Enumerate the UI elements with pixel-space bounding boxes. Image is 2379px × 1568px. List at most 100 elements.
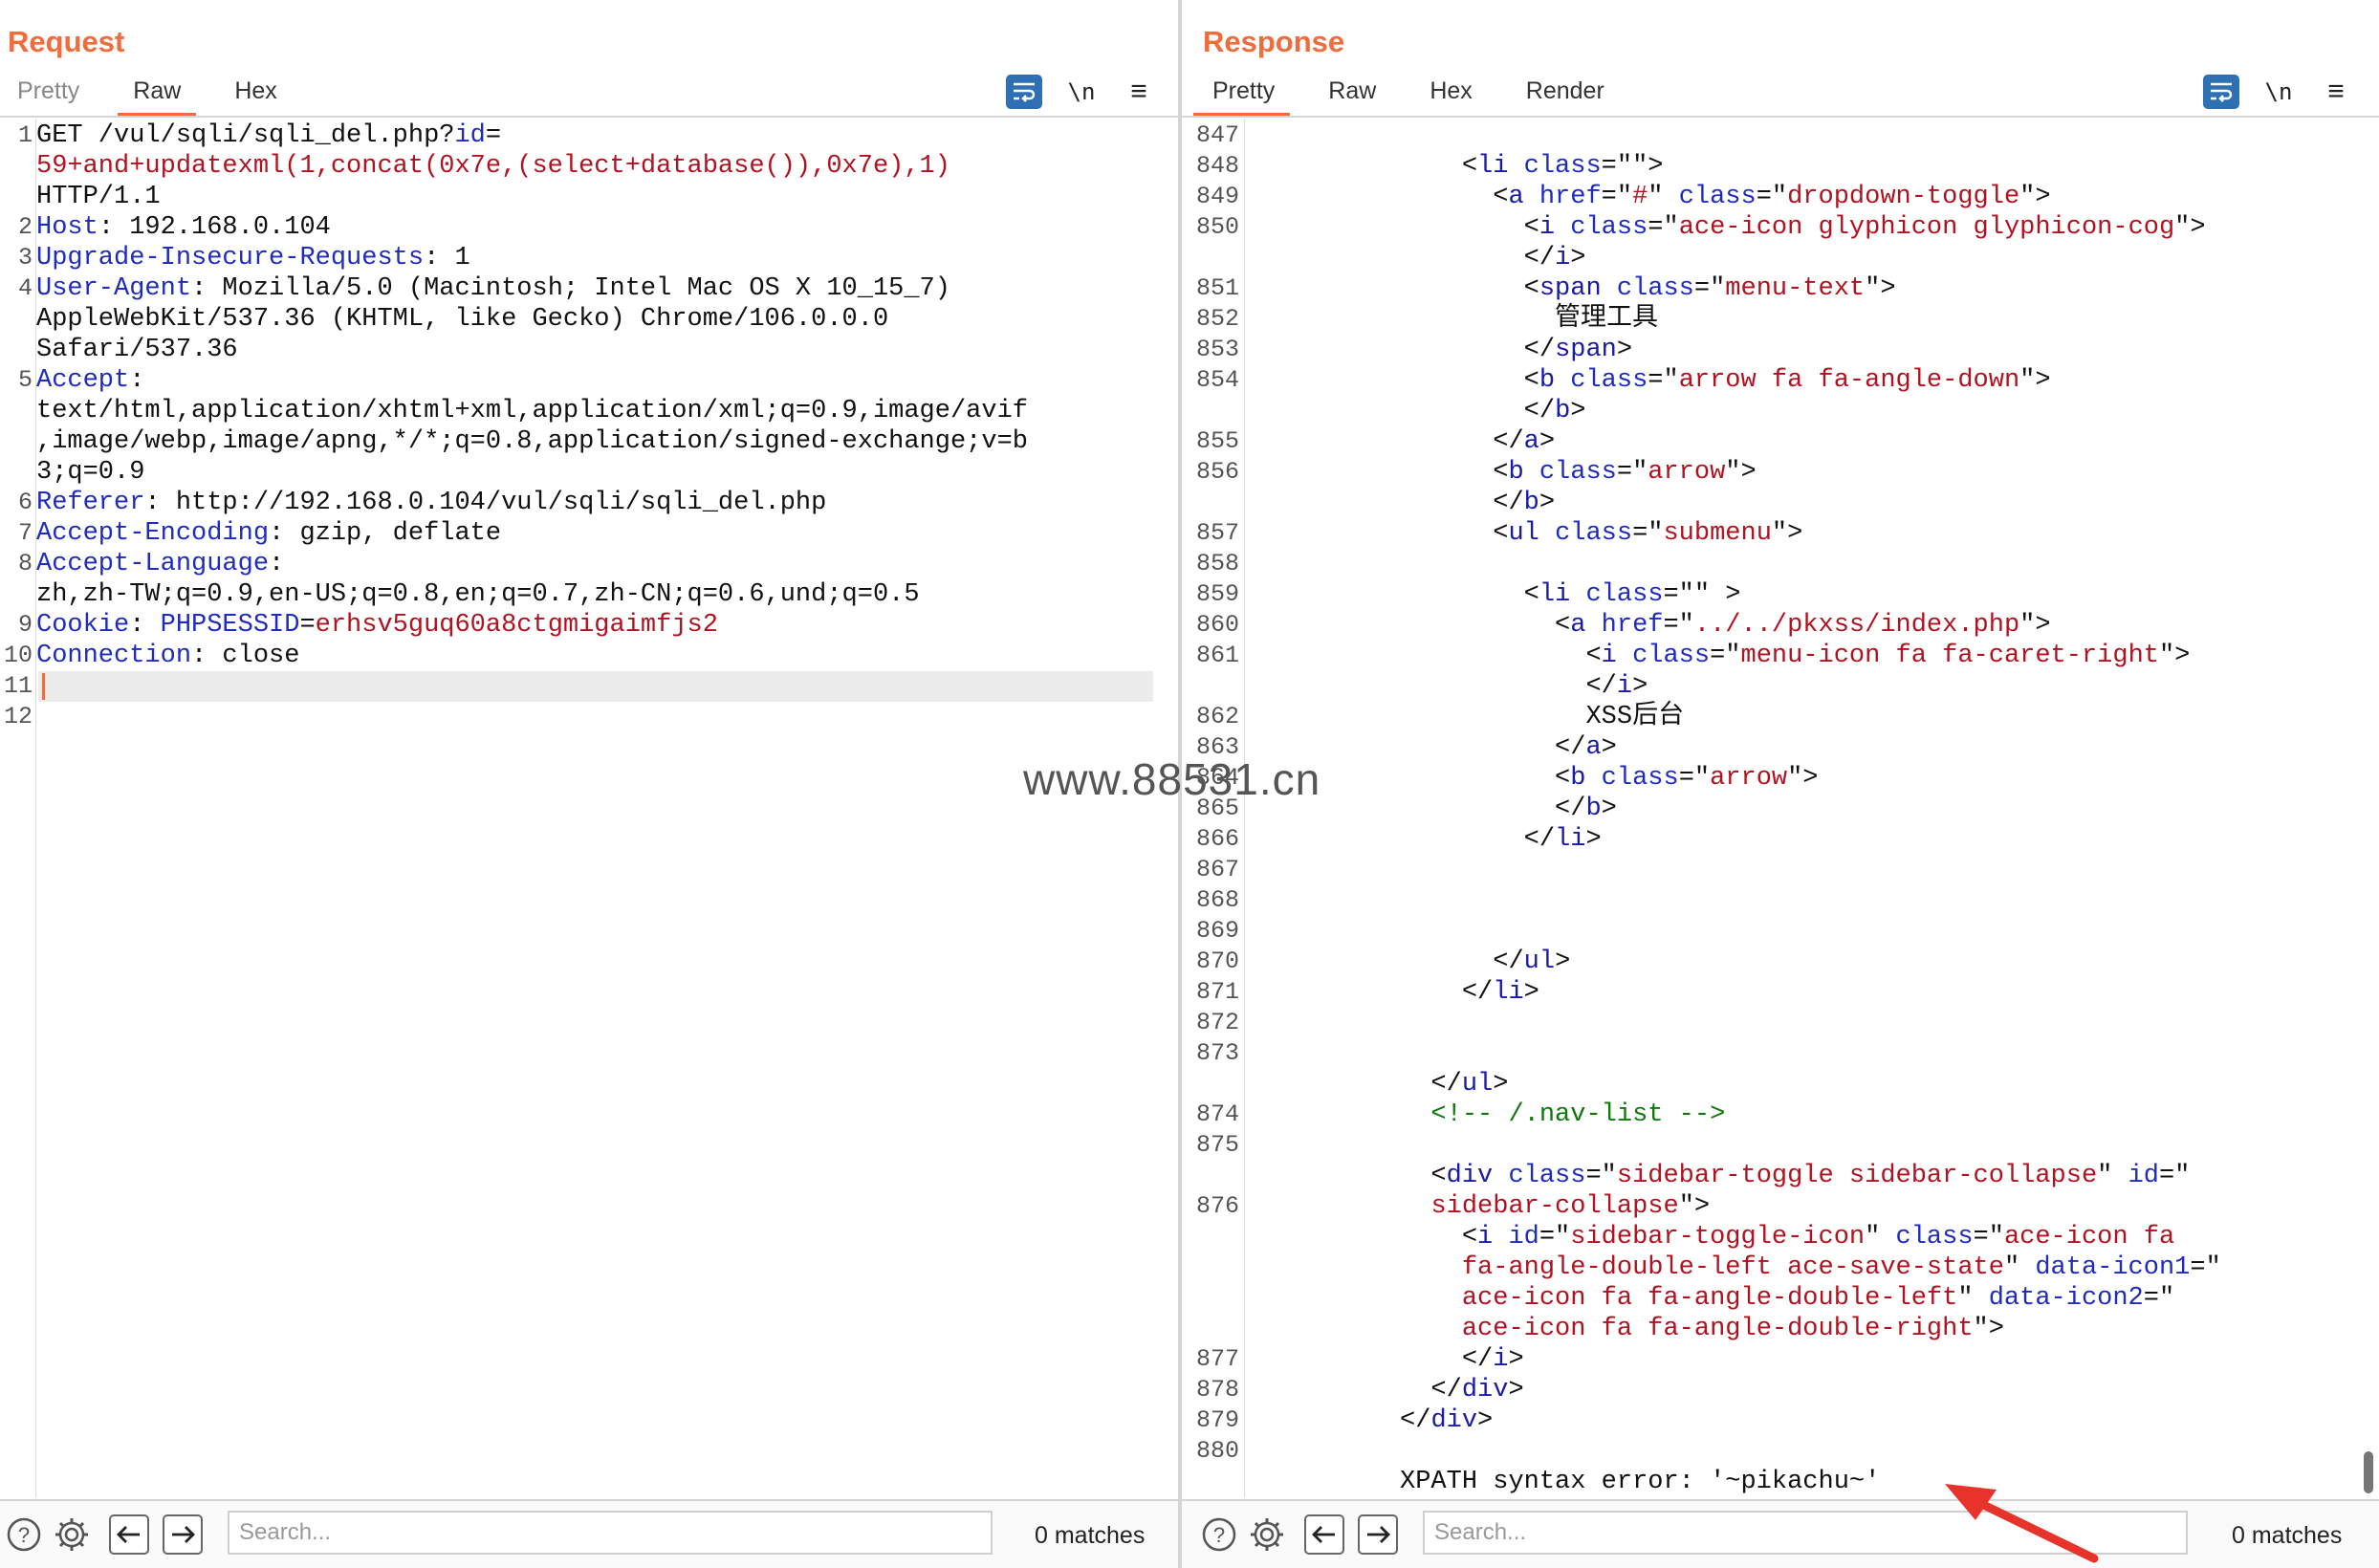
code-token: </ — [1245, 1406, 1431, 1435]
code-line: Host: 192.168.0.104 — [36, 212, 1178, 243]
code-token: < — [1245, 366, 1539, 395]
code-line-text: Accept-Encoding: gzip, deflate — [36, 518, 501, 549]
scrollbar[interactable] — [2364, 1451, 2373, 1493]
code-token: </ — [1245, 336, 1556, 364]
watermark: www.88531.cn — [1023, 754, 1321, 804]
code-token: id — [454, 121, 486, 150]
line-number: 862 — [1195, 703, 1239, 730]
code-token: b — [1555, 397, 1571, 425]
line-number: 12 — [3, 703, 33, 730]
show-newlines-toggle[interactable]: \n — [1063, 78, 1100, 105]
code-token: =" — [1710, 642, 1741, 670]
tab-raw[interactable]: Raw — [1301, 76, 1403, 117]
code-token: ul — [1523, 947, 1556, 976]
code-token: b — [1508, 458, 1524, 487]
code-line: <a href="#" class="dropdown-toggle"> — [1245, 182, 2379, 212]
code-line-text: XSS后台 — [1245, 702, 1684, 732]
request-search-bar: ? Search... 0 matches — [0, 1499, 1178, 1568]
response-editor[interactable]: 847 848 849 850 851 852 853 854 855 856 857 858 859 8… — [1182, 119, 2379, 1497]
code-line-text: <b class="arrow"> — [1245, 457, 1757, 488]
code-line-text: ,image/webp,image/apng,*/*;q=0.8,applica… — [36, 426, 1028, 457]
code-token: i — [1616, 672, 1633, 701]
response-code[interactable]: <li class=""> <a href="#" class="dropdow… — [1245, 119, 2379, 1497]
response-editor-tools: \n ≡ — [2203, 75, 2354, 109]
code-token: </ — [1245, 1376, 1462, 1405]
code-line-text: HTTP/1.1 — [36, 182, 161, 212]
code-token: > — [1601, 733, 1617, 762]
code-token: = — [485, 121, 502, 150]
line-number: 858 — [1195, 550, 1239, 577]
code-line: </span> — [1245, 335, 2379, 365]
code-line-text: </li> — [1245, 977, 1539, 1008]
hamburger-menu-icon[interactable]: ≡ — [1121, 76, 1157, 108]
line-number: 854 — [1195, 366, 1239, 394]
back-arrow-icon[interactable] — [1304, 1514, 1344, 1555]
tab-pretty[interactable]: Pretty — [1182, 76, 1301, 117]
code-token: </ — [1245, 397, 1556, 425]
code-token: li — [1477, 152, 1509, 181]
code-token: fa-angle-double-left ace-save-state — [1461, 1253, 2004, 1282]
tab-divider — [1182, 116, 2379, 118]
code-line-text: </ul> — [1245, 947, 1570, 977]
tab-raw[interactable]: Raw — [106, 76, 207, 117]
code-line-text: 3;q=0.9 — [36, 457, 144, 488]
code-line-text: <li class="" > — [1245, 579, 1741, 610]
code-token: =" — [1756, 183, 1788, 211]
code-line-text: XPATH syntax error: '~pikachu~' — [1245, 1467, 1880, 1497]
tab-hex[interactable]: Hex — [1403, 76, 1498, 117]
code-token: "> — [2174, 213, 2206, 242]
request-tabs: Pretty Raw Hex — [0, 76, 304, 117]
code-line: <li class=""> — [1245, 151, 2379, 182]
search-input[interactable]: Search... — [228, 1511, 993, 1555]
code-token: < — [1245, 642, 1602, 670]
code-line-text: <i id="sidebar-toggle-icon" class="ace-i… — [1245, 1222, 2174, 1252]
code-line-text: ace-icon fa fa-angle-double-right"> — [1245, 1314, 2004, 1344]
code-token: </ — [1245, 244, 1556, 272]
code-line-text: </i> — [1245, 243, 1586, 273]
code-token: " — [2003, 1253, 2036, 1282]
wrap-lines-icon[interactable] — [1006, 75, 1042, 109]
code-line: text/html,application/xhtml+xml,applicat… — [36, 396, 1178, 426]
help-icon[interactable]: ? — [4, 1514, 44, 1555]
code-line-text: </a> — [1245, 426, 1555, 457]
code-token: ul — [1508, 519, 1539, 548]
code-token: "> — [1725, 458, 1757, 487]
tab-pretty[interactable]: Pretty — [0, 76, 106, 117]
line-number: 857 — [1195, 519, 1239, 547]
code-line-text: sidebar-collapse"> — [1245, 1191, 1710, 1222]
code-line: </i> — [1245, 243, 2379, 273]
hamburger-menu-icon[interactable]: ≡ — [2318, 76, 2354, 108]
code-line-text: <ul class="submenu"> — [1245, 518, 1802, 549]
line-number: 877 — [1195, 1345, 1239, 1373]
forward-arrow-icon[interactable] — [163, 1514, 203, 1555]
line-number: 4 — [17, 274, 33, 302]
tab-hex[interactable]: Hex — [207, 76, 303, 117]
code-line: Accept-Encoding: gzip, deflate — [36, 518, 1178, 549]
line-number: 1 — [17, 121, 33, 149]
show-newlines-toggle[interactable]: \n — [2260, 78, 2297, 105]
code-line-text: <span class="menu-text"> — [1245, 273, 1896, 304]
code-token: b — [1585, 795, 1602, 823]
request-editor[interactable]: 1 2 3 4 5 6 7 8 9 10 11 12 GET /vul/sqli/sqli_del.p… — [0, 119, 1178, 1497]
forward-arrow-icon[interactable] — [1358, 1514, 1398, 1555]
wrap-lines-icon[interactable] — [2203, 75, 2239, 109]
code-line-text: </span> — [1245, 335, 1632, 365]
code-token: submenu — [1663, 519, 1772, 548]
back-arrow-icon[interactable] — [109, 1514, 149, 1555]
code-token: id — [1508, 1223, 1539, 1252]
help-icon[interactable]: ? — [1199, 1514, 1239, 1555]
gear-icon[interactable] — [1247, 1514, 1287, 1555]
code-token: =" — [1693, 274, 1726, 303]
code-line: Accept: — [36, 365, 1178, 396]
code-line-text: </b> — [1245, 396, 1586, 426]
code-line: Cookie: PHPSESSID=erhsv5guq60a8ctgmigaim… — [36, 610, 1178, 641]
gear-icon[interactable] — [52, 1514, 92, 1555]
tab-render[interactable]: Render — [1499, 76, 1631, 117]
code-line-text: </i> — [1245, 1344, 1524, 1375]
request-code[interactable]: GET /vul/sqli/sqli_del.php?id= 59+and+upd… — [36, 119, 1178, 1497]
